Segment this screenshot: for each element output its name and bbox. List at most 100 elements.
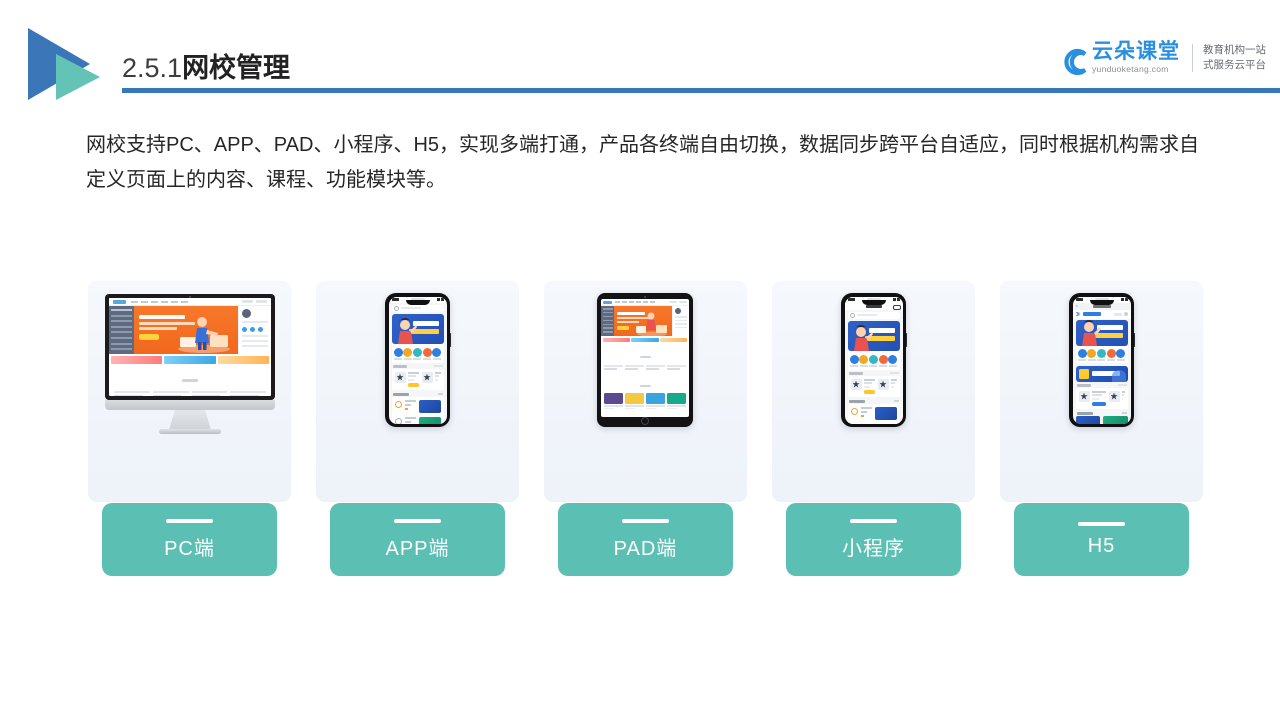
device-card-pc[interactable]	[88, 281, 291, 502]
course-card	[625, 365, 644, 370]
tablet-camera	[644, 295, 646, 298]
app-icon-row	[847, 350, 900, 370]
site-promo-row	[109, 354, 271, 366]
app-icon-row	[391, 343, 444, 363]
recommend-thumbs	[1075, 416, 1128, 424]
label-button-pc[interactable]: PC端	[102, 503, 277, 576]
site-section-heading	[601, 343, 689, 363]
app-hero-banner	[847, 320, 900, 351]
icon-tile	[412, 347, 422, 360]
icon-tile	[432, 347, 442, 360]
hero-subtitle-2	[139, 327, 177, 330]
site-hero-row	[109, 306, 271, 354]
list-item	[394, 371, 419, 387]
panel-line	[242, 345, 268, 347]
device-card-pad[interactable]	[544, 281, 747, 502]
label-text: H5	[1087, 534, 1116, 557]
device-card-miniprogram[interactable]	[772, 281, 975, 502]
phone-icon	[385, 293, 451, 427]
page-title-text: 网校管理	[182, 53, 291, 83]
list-item	[850, 378, 875, 394]
icon-tile	[888, 354, 898, 367]
course-thumb	[1103, 416, 1128, 424]
app-icon-row	[1075, 345, 1128, 363]
label-button-app[interactable]: APP端	[330, 503, 505, 576]
tablet-screen-content	[601, 299, 689, 417]
course-card	[646, 365, 665, 370]
title-underline	[122, 88, 1280, 93]
tablet-home-button[interactable]	[641, 417, 649, 425]
hero-cta-button	[139, 334, 159, 340]
search-icon	[393, 305, 399, 311]
device-card-row: < PC端 APP端 PAD端 小程序 H5	[88, 281, 1208, 576]
promo-banner	[1075, 365, 1128, 382]
device-card-app[interactable]	[316, 281, 519, 502]
site-logo	[113, 299, 126, 304]
gift-icon	[1078, 368, 1089, 379]
panel-action-dots	[242, 327, 268, 332]
course-card	[230, 391, 266, 396]
brand-divider	[1192, 44, 1193, 72]
site-section-heading	[109, 366, 271, 387]
section-header	[392, 364, 443, 368]
brand-names: 云朵课堂 yunduoketang.com	[1092, 41, 1180, 74]
icon-tile	[1106, 348, 1116, 361]
course-list	[1075, 387, 1128, 409]
label-accent-bar	[850, 518, 897, 523]
section-header-2	[1076, 411, 1127, 415]
brand-name-en: yunduoketang.com	[1092, 64, 1169, 74]
recommend-list	[847, 404, 900, 424]
label-text: APP端	[385, 537, 450, 560]
monitor-bezel	[105, 294, 275, 400]
panel-line	[242, 340, 268, 342]
slide-header: 2.5.1网校管理 云朵课堂 yunduoketang.com 教育机构一站 式…	[0, 0, 1280, 110]
promo-banner	[164, 356, 216, 364]
brand-tagline-line2: 式服务云平台	[1203, 59, 1266, 71]
course-card	[667, 365, 686, 370]
monitor-chin	[105, 400, 275, 410]
label-button-miniprogram[interactable]: 小程序	[786, 503, 961, 576]
promo-banner	[217, 356, 269, 364]
hero-illustration	[178, 317, 230, 353]
site-hero-banner	[134, 306, 238, 354]
section-header	[1076, 383, 1127, 387]
site-sidebar	[601, 306, 614, 336]
list-item	[1078, 390, 1106, 406]
panel-line	[242, 321, 268, 323]
promo-decoration	[1111, 369, 1126, 382]
course-grid-row	[604, 392, 686, 409]
brand-logo: 云朵课堂 yunduoketang.com 教育机构一站 式服务云平台	[1061, 36, 1266, 80]
phone-side-button	[1133, 333, 1135, 347]
phone-side-button	[905, 333, 907, 347]
banner-illustration	[853, 324, 873, 351]
course-tile	[604, 392, 623, 409]
desktop-icon	[105, 294, 275, 444]
list-item	[1108, 390, 1125, 406]
search-icon	[849, 312, 855, 318]
h5-app-header	[1072, 309, 1131, 319]
section-header	[848, 371, 899, 375]
list-item	[394, 417, 441, 424]
miniprogram-capsule-menu[interactable]	[892, 304, 901, 310]
phone-icon	[841, 293, 907, 427]
promo-banner	[111, 356, 163, 364]
phone-notch	[1089, 300, 1114, 305]
course-grid	[601, 392, 689, 418]
tablet-icon	[597, 293, 693, 427]
site-nav-items	[131, 300, 188, 303]
device-card-h5[interactable]: <	[1000, 281, 1203, 502]
site-section-heading-2	[601, 372, 689, 392]
phone-screen-content	[844, 296, 903, 424]
search-input[interactable]	[847, 311, 900, 319]
phone-icon: <	[1069, 293, 1135, 427]
course-card	[152, 391, 189, 396]
label-button-h5[interactable]: H5	[1014, 503, 1189, 576]
monitor-stand-neck	[169, 410, 211, 430]
recommend-list	[391, 397, 444, 424]
panel-line	[242, 335, 268, 337]
label-button-pad[interactable]: PAD端	[558, 503, 733, 576]
search-input[interactable]	[391, 304, 444, 312]
monitor-stand-base	[159, 429, 221, 434]
cloud-icon	[1061, 45, 1091, 75]
section-header-2	[848, 399, 899, 403]
